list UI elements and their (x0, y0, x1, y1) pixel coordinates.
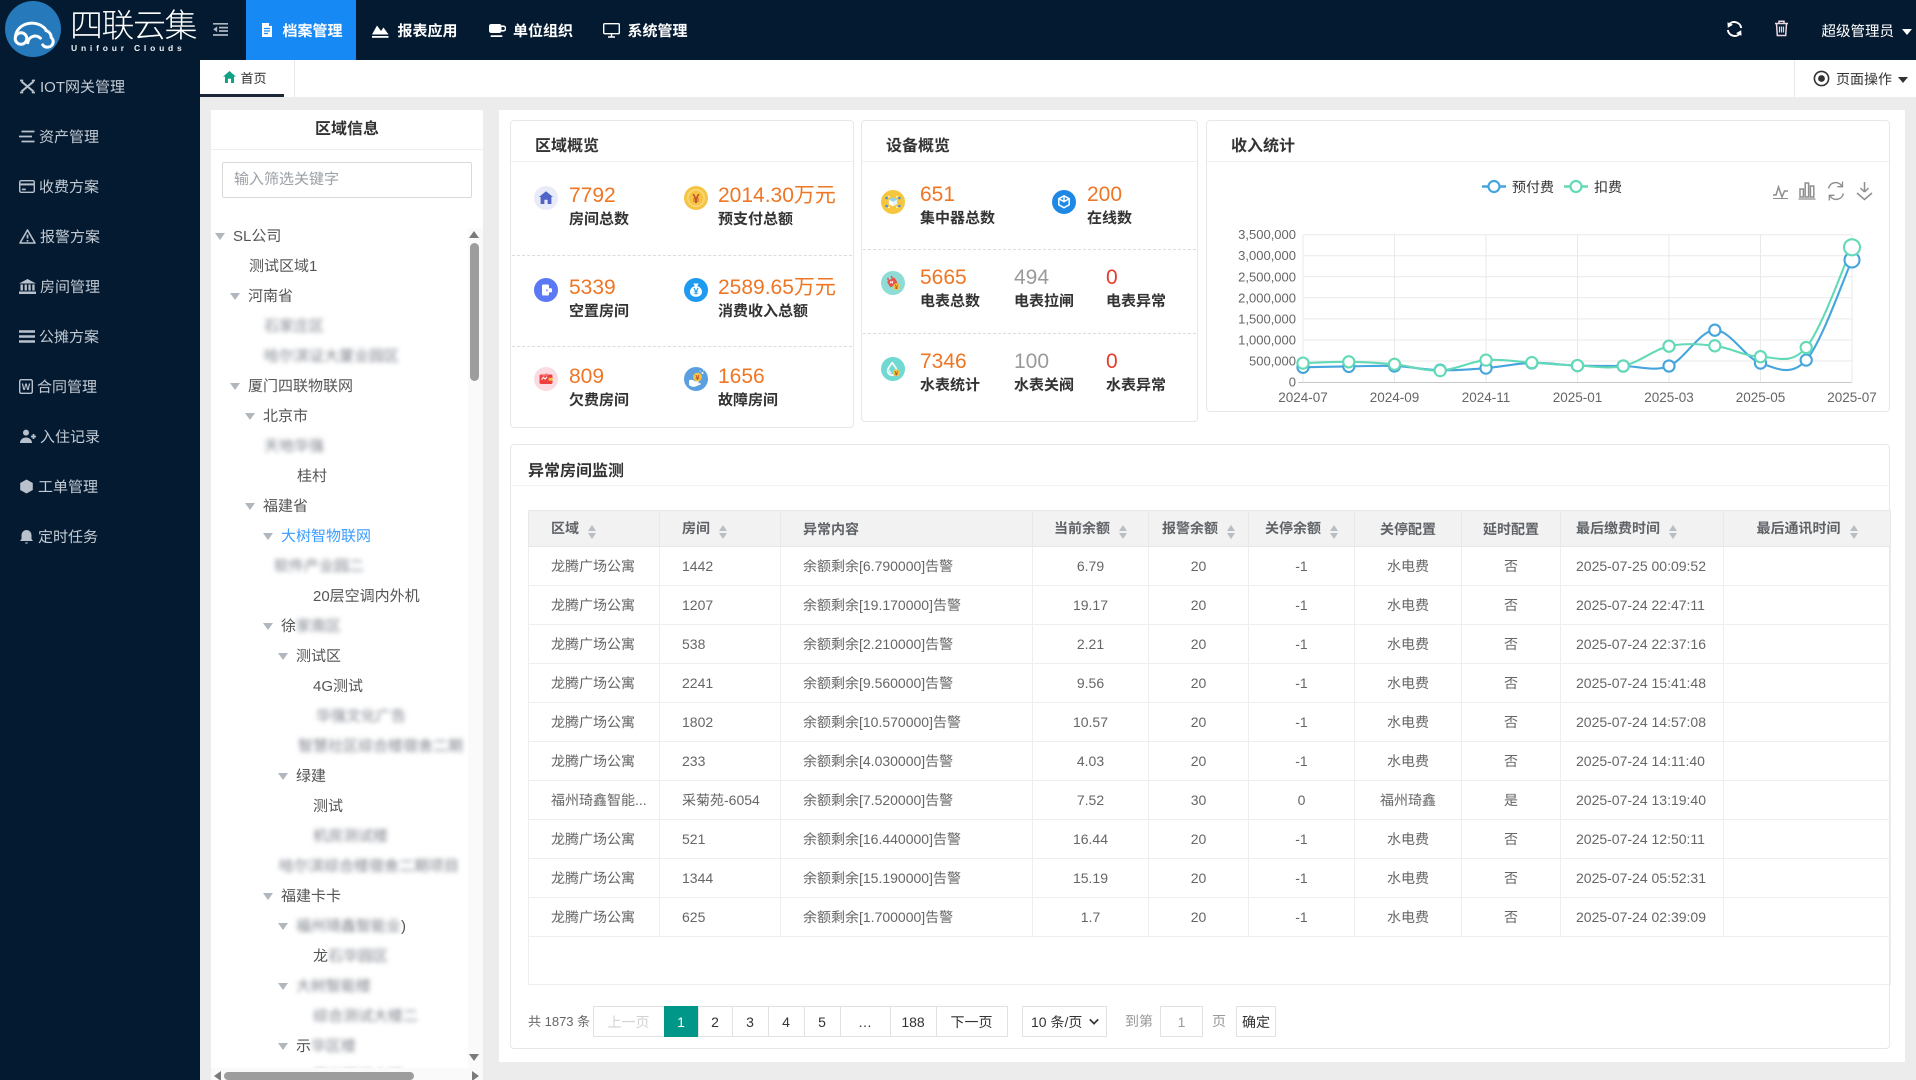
svg-text:¥: ¥ (895, 284, 899, 291)
svg-text:2,000,000: 2,000,000 (1238, 290, 1296, 305)
svg-text:2025-03: 2025-03 (1644, 390, 1694, 405)
svg-text:扣费: 扣费 (1594, 179, 1622, 195)
svg-text:500,000: 500,000 (1249, 354, 1296, 369)
svg-text:2024-07: 2024-07 (1278, 390, 1328, 405)
svg-text:¥: ¥ (693, 286, 699, 297)
svg-text:预付费: 预付费 (1512, 179, 1554, 195)
svg-text:¥: ¥ (692, 190, 700, 205)
svg-text:2024-09: 2024-09 (1370, 390, 1420, 405)
svg-text:1,000,000: 1,000,000 (1238, 332, 1296, 347)
svg-text:2025-05: 2025-05 (1736, 390, 1786, 405)
svg-text:2,500,000: 2,500,000 (1238, 269, 1296, 284)
svg-text:2025-01: 2025-01 (1553, 390, 1603, 405)
svg-text:1,500,000: 1,500,000 (1238, 311, 1296, 326)
svg-text:2025-07: 2025-07 (1827, 390, 1877, 405)
svg-text:2024-11: 2024-11 (1462, 390, 1511, 405)
svg-text:3,000,000: 3,000,000 (1238, 248, 1296, 263)
svg-text:W: W (22, 382, 31, 392)
svg-text:¥: ¥ (894, 370, 898, 377)
svg-text:0: 0 (1289, 375, 1296, 390)
svg-text:3,500,000: 3,500,000 (1238, 227, 1296, 242)
